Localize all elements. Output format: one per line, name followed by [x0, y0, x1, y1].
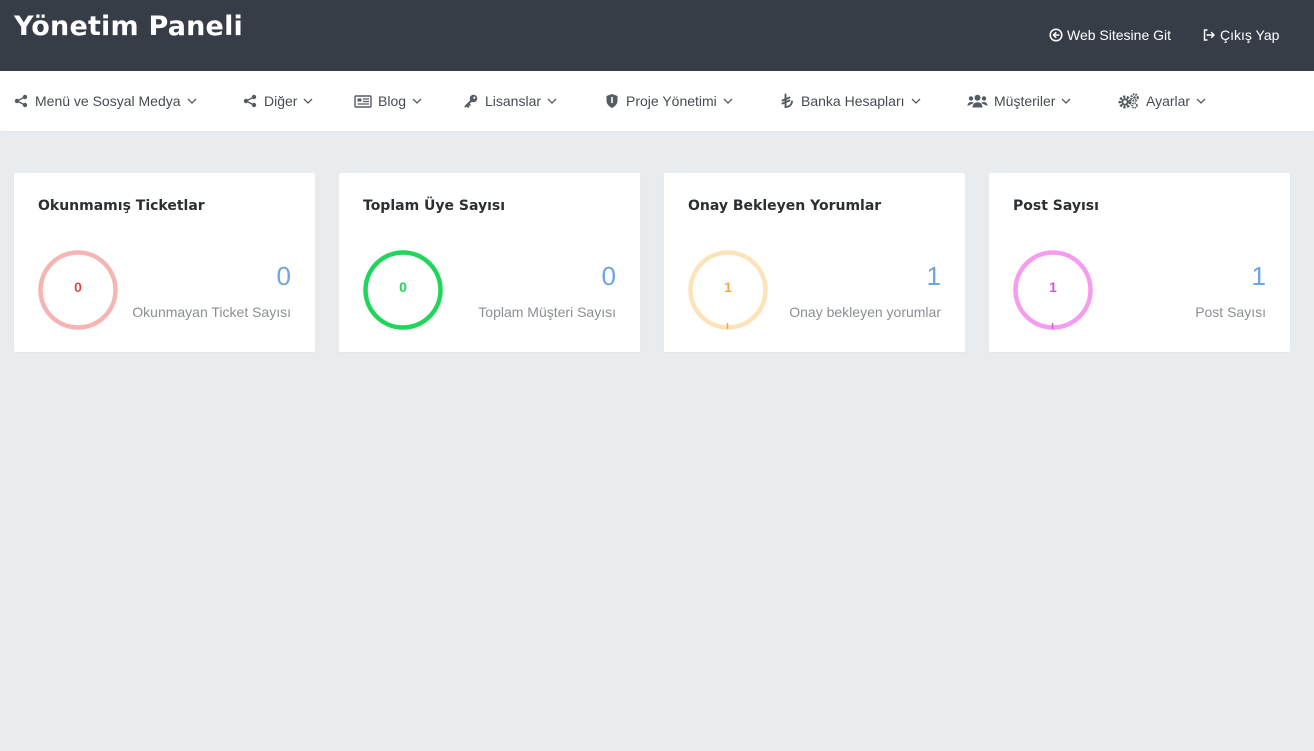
nav-item-other[interactable]: Diğer: [242, 92, 313, 110]
main-nav: Menü ve Sosyal Medya Diğer Blog Lisansla…: [0, 71, 1314, 131]
share-icon: [13, 93, 29, 109]
card-title: Post Sayısı: [1013, 198, 1099, 214]
nav-item-settings[interactable]: Ayarlar: [1118, 92, 1206, 110]
ring-value: 1: [1049, 279, 1057, 295]
nav-item-customers[interactable]: Müşteriler: [967, 92, 1071, 110]
nav-item-label: Blog: [378, 93, 407, 109]
nav-item-menu-social[interactable]: Menü ve Sosyal Medya: [13, 92, 197, 110]
stat-subtitle: Onay bekleyen yorumlar: [789, 304, 941, 320]
nav-item-label: Lisanslar: [485, 93, 542, 109]
chevron-down-icon: [1061, 98, 1071, 104]
stat-card-unread-tickets: Okunmamış Ticketlar 0 0 Okunmayan Ticket…: [14, 173, 315, 352]
ring-value: 0: [399, 279, 407, 295]
stat-value: 0: [601, 261, 616, 291]
shield-icon: [604, 93, 620, 109]
nav-item-licenses[interactable]: Lisanslar: [463, 92, 557, 110]
chevron-down-icon: [723, 98, 733, 104]
nav-item-label: Proje Yönetimi: [626, 93, 717, 109]
nav-item-label: Müşteriler: [994, 93, 1056, 109]
chevron-down-icon: [547, 98, 557, 104]
card-title: Onay Bekleyen Yorumlar: [688, 198, 882, 214]
go-to-website-label: Web Sitesine Git: [1067, 27, 1172, 43]
nav-item-label: Ayarlar: [1146, 93, 1191, 109]
users-icon: [967, 93, 988, 109]
stat-subtitle: Post Sayısı: [1195, 304, 1266, 320]
stat-value: 0: [276, 261, 291, 291]
nav-item-blog[interactable]: Blog: [354, 92, 422, 110]
chevron-down-icon: [412, 98, 422, 104]
chevron-down-icon: [187, 98, 197, 104]
arrow-circle-left-icon: [1049, 28, 1063, 42]
go-to-website-link[interactable]: Web Sitesine Git: [1049, 27, 1171, 43]
logout-label: Çıkış Yap: [1220, 27, 1280, 43]
logout-link[interactable]: Çıkış Yap: [1202, 27, 1279, 43]
newspaper-icon: [354, 93, 372, 109]
chevron-down-icon: [911, 98, 921, 104]
stat-card-post-count: Post Sayısı 1 1 Post Sayısı: [989, 173, 1290, 352]
card-title: Okunmamış Ticketlar: [38, 198, 205, 214]
lira-icon: [779, 93, 795, 109]
stat-card-pending-comments: Onay Bekleyen Yorumlar 1 1 Onay bekleyen…: [664, 173, 965, 352]
nav-item-bank-accounts[interactable]: Banka Hesapları: [779, 92, 921, 110]
cogs-icon: [1118, 93, 1140, 109]
stat-card-total-members: Toplam Üye Sayısı 0 0 Toplam Müşteri Say…: [339, 173, 640, 352]
chevron-down-icon: [303, 98, 313, 104]
key-icon: [463, 93, 479, 109]
ring-value: 0: [74, 279, 82, 295]
nav-item-label: Menü ve Sosyal Medya: [35, 93, 181, 109]
stat-subtitle: Toplam Müşteri Sayısı: [478, 304, 616, 320]
stat-value: 1: [1251, 261, 1266, 291]
share-icon: [242, 93, 258, 109]
nav-item-project-management[interactable]: Proje Yönetimi: [604, 92, 733, 110]
stat-subtitle: Okunmayan Ticket Sayısı: [132, 304, 291, 320]
nav-item-label: Banka Hesapları: [801, 93, 905, 109]
ring-value: 1: [724, 279, 732, 295]
chevron-down-icon: [1196, 98, 1206, 104]
nav-item-label: Diğer: [264, 93, 298, 109]
stat-value: 1: [926, 261, 941, 291]
sign-out-icon: [1202, 28, 1216, 42]
card-title: Toplam Üye Sayısı: [363, 198, 506, 214]
brand-title: Yönetim Paneli: [14, 11, 243, 42]
top-bar: Yönetim Paneli Web Sitesine Git Çıkış Ya…: [0, 0, 1314, 71]
